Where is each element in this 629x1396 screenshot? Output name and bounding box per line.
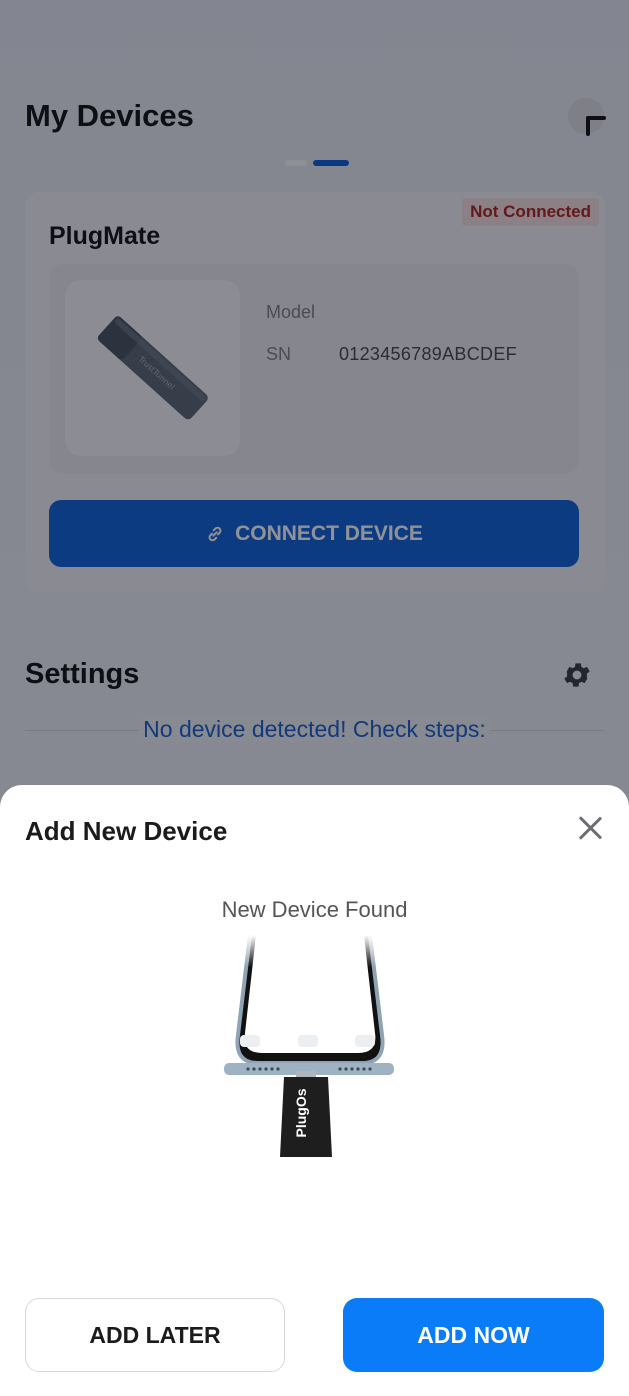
add-device-sheet: Add New Device New Device Found PlugOs A… [0, 785, 629, 1396]
found-text: New Device Found [221, 897, 408, 922]
add-later-button[interactable]: ADD LATER [25, 1298, 285, 1372]
plug-label: PlugOs [293, 1088, 309, 1137]
close-icon[interactable] [577, 815, 603, 841]
add-now-button[interactable]: ADD NOW [343, 1298, 604, 1372]
sheet-title: Add New Device [25, 816, 228, 846]
device-plug-illustration: PlugOs [210, 935, 410, 1157]
